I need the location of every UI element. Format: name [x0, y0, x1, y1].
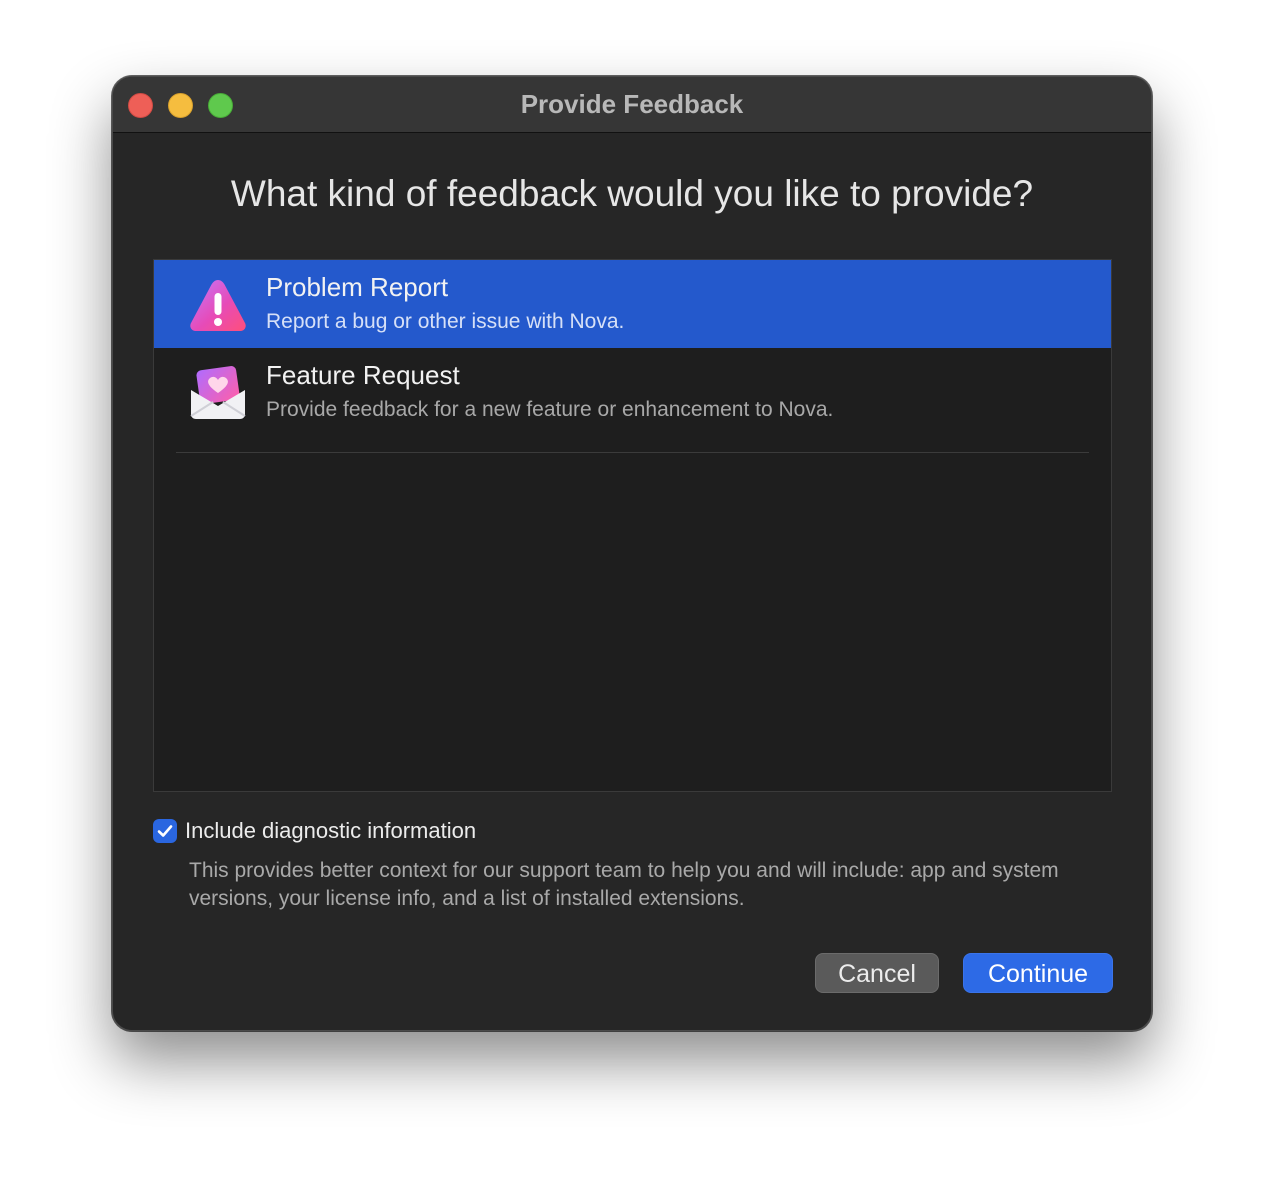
include-diagnostics-checkbox[interactable]: [153, 819, 177, 843]
title-bar[interactable]: Provide Feedback: [113, 77, 1151, 133]
option-title: Feature Request: [266, 360, 460, 390]
include-diagnostics-label[interactable]: Include diagnostic information: [185, 818, 476, 844]
option-title: Problem Report: [266, 272, 449, 302]
heart-envelope-icon: [190, 366, 246, 419]
warning-triangle-icon: [190, 280, 246, 331]
diagnostics-description: This provides better context for our sup…: [189, 859, 1059, 910]
option-subtitle: Report a bug or other issue with Nova.: [266, 310, 625, 333]
option-subtitle: Provide feedback for a new feature or en…: [266, 398, 834, 421]
dialog-heading: What kind of feedback would you like to …: [230, 173, 1034, 214]
checkmark-icon: [157, 825, 173, 837]
list-item-problem-report[interactable]: Problem Report Report a bug or other iss…: [154, 260, 1111, 348]
feedback-type-list[interactable]: Problem Report Report a bug or other iss…: [153, 259, 1112, 792]
list-divider: [176, 452, 1089, 453]
window-title: Provide Feedback: [520, 89, 744, 119]
continue-button[interactable]: Continue: [963, 953, 1113, 993]
list-item-feature-request[interactable]: Feature Request Provide feedback for a n…: [154, 348, 1111, 436]
cancel-button[interactable]: Cancel: [815, 953, 939, 993]
feedback-dialog: Provide Feedback What kind of feedback w…: [112, 76, 1152, 1031]
